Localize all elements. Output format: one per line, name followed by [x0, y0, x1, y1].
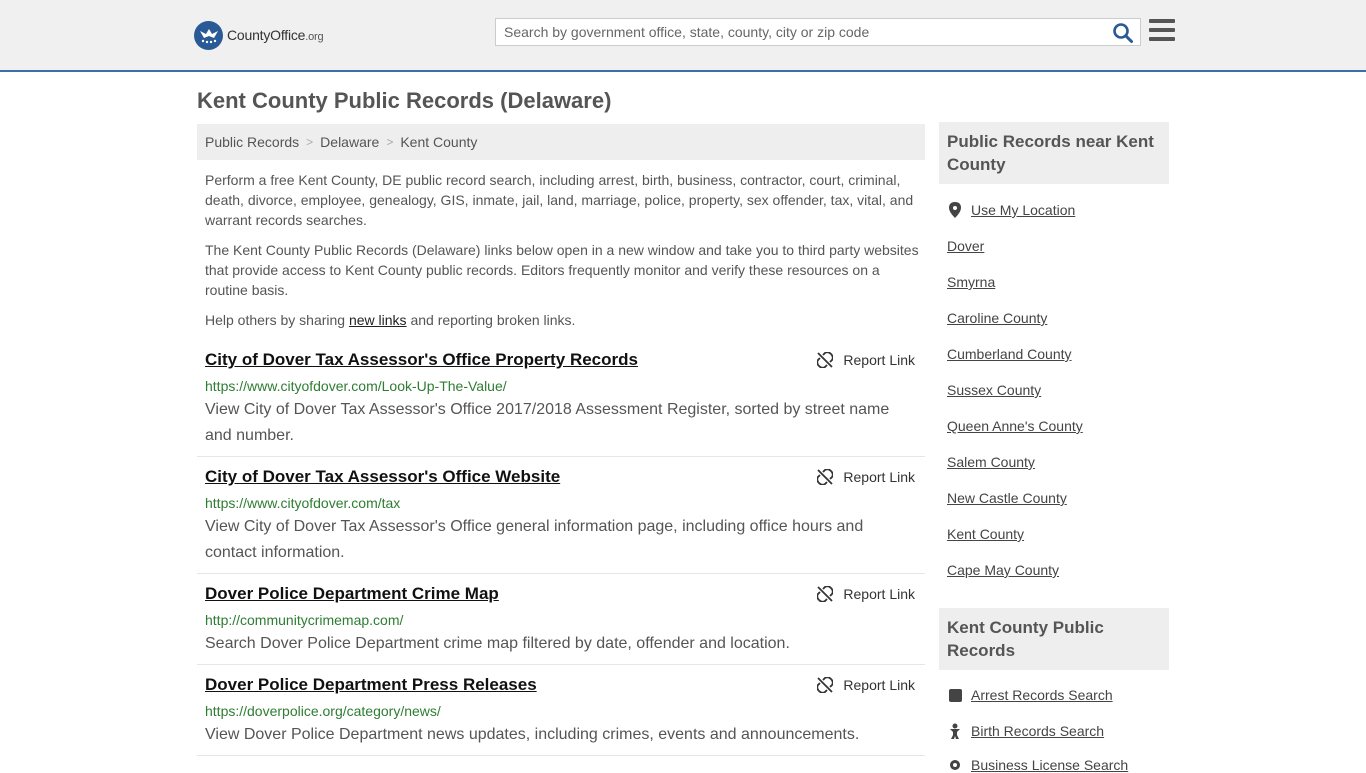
- logo-text: CountyOffice.org: [227, 27, 324, 43]
- record-item: City of Dover Tax Assessor's Office Prop…: [197, 350, 925, 457]
- breadcrumb-item-delaware[interactable]: Delaware: [320, 134, 379, 150]
- record-item: City of Dover Tax Assessor's Office Webs…: [197, 467, 925, 574]
- intro-paragraph-2: The Kent County Public Records (Delaware…: [205, 242, 919, 298]
- arrest-records-icon: [947, 688, 963, 702]
- record-title-link[interactable]: City of Dover Tax Assessor's Office Webs…: [205, 467, 560, 487]
- search-box: [495, 18, 1141, 46]
- nearby-link-queen-annes-county[interactable]: Queen Anne's County: [947, 418, 1083, 434]
- nearby-link-kent-county[interactable]: Kent County: [947, 526, 1024, 542]
- record-title-link[interactable]: City of Dover Tax Assessor's Office Prop…: [205, 350, 638, 370]
- map-pin-icon: [947, 202, 963, 218]
- intro-paragraph-3: Help others by sharing new links and rep…: [205, 312, 576, 328]
- use-my-location-link[interactable]: Use My Location: [947, 202, 1075, 218]
- logo-emblem-icon: [194, 20, 223, 50]
- top-bar: CountyOffice.org: [0, 0, 1366, 72]
- record-url: https://www.cityofdover.com/Look-Up-The-…: [205, 378, 507, 394]
- broken-link-icon: [817, 586, 834, 602]
- broken-link-icon: [817, 469, 834, 485]
- sidebar-nearby-heading: Public Records near Kent County: [939, 122, 1169, 184]
- record-url: https://www.cityofdover.com/tax: [205, 495, 401, 511]
- sidebar-county-records-heading: Kent County Public Records: [939, 608, 1169, 670]
- record-description: View City of Dover Tax Assessor's Office…: [205, 401, 890, 444]
- report-link-button[interactable]: Report Link: [817, 586, 915, 602]
- record-description: Search Dover Police Department crime map…: [205, 635, 790, 652]
- record-url: http://communitycrimemap.com/: [205, 612, 404, 628]
- report-link-button[interactable]: Report Link: [817, 352, 915, 368]
- page-title: Kent County Public Records (Delaware): [197, 88, 612, 113]
- broken-link-icon: [817, 352, 834, 368]
- record-title-link[interactable]: Dover Police Department Crime Map: [205, 584, 499, 604]
- record-url: https://doverpolice.org/category/news/: [205, 703, 441, 719]
- business-license-search-link[interactable]: Business License Search: [947, 757, 1128, 773]
- baby-icon: [947, 723, 963, 739]
- arrest-records-search-link[interactable]: Arrest Records Search: [947, 687, 1113, 703]
- nearby-link-dover[interactable]: Dover: [947, 238, 984, 254]
- breadcrumb-item-kent-county[interactable]: Kent County: [400, 134, 477, 150]
- nearby-link-sussex-county[interactable]: Sussex County: [947, 382, 1041, 398]
- intro-paragraph-1: Perform a free Kent County, DE public re…: [205, 172, 914, 228]
- nearby-link-caroline-county[interactable]: Caroline County: [947, 310, 1047, 326]
- birth-records-search-link[interactable]: Birth Records Search: [947, 723, 1104, 739]
- record-title-link[interactable]: Dover Police Department Press Releases: [205, 675, 537, 695]
- broken-link-icon: [817, 677, 834, 693]
- record-description: View City of Dover Tax Assessor's Office…: [205, 518, 864, 561]
- nearby-link-cape-may-county[interactable]: Cape May County: [947, 562, 1059, 578]
- new-links-link[interactable]: new links: [349, 312, 407, 328]
- breadcrumb-item-public-records[interactable]: Public Records: [205, 134, 299, 150]
- record-description: View Dover Police Department news update…: [205, 726, 860, 743]
- record-item: Dover Police Department Crime Map Report…: [197, 584, 925, 665]
- hamburger-menu-icon[interactable]: [1149, 19, 1175, 43]
- record-item: Dover Police Department Press Releases R…: [197, 675, 925, 756]
- search-icon[interactable]: [1112, 22, 1134, 44]
- search-input[interactable]: [496, 19, 1096, 45]
- nearby-link-new-castle-county[interactable]: New Castle County: [947, 490, 1067, 506]
- nearby-link-cumberland-county[interactable]: Cumberland County: [947, 346, 1072, 362]
- site-logo[interactable]: CountyOffice.org: [194, 20, 324, 50]
- nearby-link-smyrna[interactable]: Smyrna: [947, 274, 995, 290]
- report-link-button[interactable]: Report Link: [817, 469, 915, 485]
- breadcrumb-separator: >: [306, 135, 314, 149]
- breadcrumb: Public Records > Delaware > Kent County: [197, 124, 925, 160]
- nearby-link-salem-county[interactable]: Salem County: [947, 454, 1035, 470]
- breadcrumb-separator: >: [386, 135, 394, 149]
- report-link-button[interactable]: Report Link: [817, 677, 915, 693]
- gear-icon: [947, 758, 963, 772]
